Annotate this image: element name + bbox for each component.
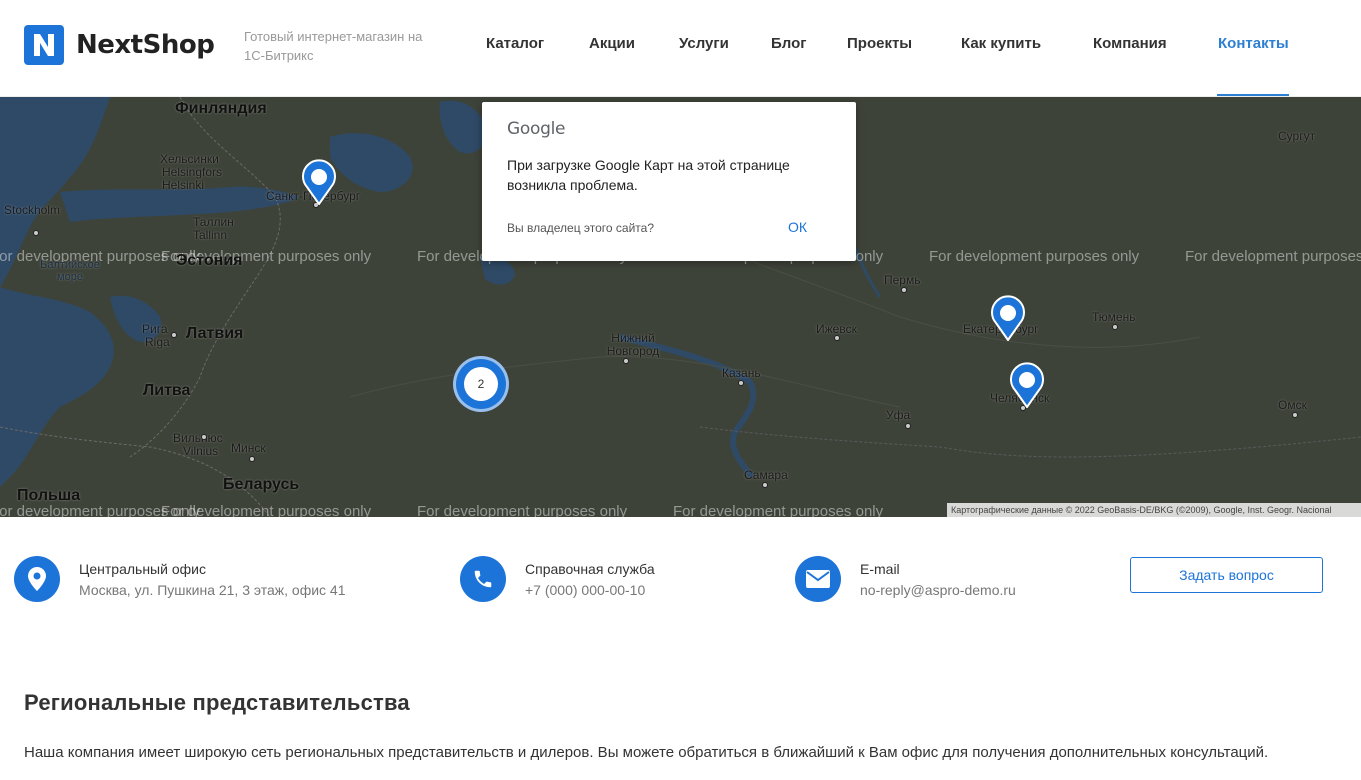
site-owner-link[interactable]: Вы владелец этого сайта?: [507, 221, 654, 235]
map-label-ufa: Уфа: [886, 408, 911, 422]
watermark: For development purposes only: [673, 503, 884, 517]
logo[interactable]: NextShop: [24, 25, 215, 65]
office-address: Москва, ул. Пушкина 21, 3 этаж, офис 41: [79, 582, 346, 598]
map-label-finland: Финляндия: [175, 100, 267, 117]
cluster-count: 2: [464, 367, 498, 401]
phone-number[interactable]: +7 (000) 000-00-10: [525, 579, 655, 601]
map-label-vilnius: Vilnius: [183, 444, 219, 458]
nav-projects[interactable]: Проекты: [847, 35, 912, 52]
map-label-riga-ru: Рига: [142, 322, 168, 336]
ask-question-button[interactable]: Задать вопрос: [1130, 557, 1323, 593]
city-dot: [834, 335, 840, 341]
city-dot: [1112, 324, 1118, 330]
phone-icon: [460, 556, 506, 602]
city-dot: [762, 482, 768, 488]
map-label-kazan: Казань: [722, 366, 761, 380]
map-marker-pin[interactable]: [301, 159, 337, 206]
city-dot: [623, 358, 629, 364]
city-dot: [201, 434, 207, 440]
city-dot: [249, 456, 255, 462]
nav-contacts[interactable]: Контакты: [1218, 35, 1289, 52]
phone-label: Справочная служба: [525, 561, 655, 577]
nav-blog[interactable]: Блог: [771, 35, 807, 52]
watermark: For development purposes only: [1185, 248, 1361, 265]
watermark: For development purposes only: [417, 503, 628, 517]
email-label: E-mail: [860, 561, 900, 577]
envelope-icon: [795, 556, 841, 602]
email-address[interactable]: no-reply@aspro-demo.ru: [860, 579, 1016, 601]
city-dot: [33, 230, 39, 236]
site-tagline: Готовый интернет-магазин на 1С-Битрикс: [244, 29, 423, 63]
nav-promotions[interactable]: Акции: [589, 35, 635, 52]
nav-company[interactable]: Компания: [1093, 35, 1167, 52]
map-label-baltic-sea: Балтийское море: [40, 259, 100, 283]
dialog-ok-button[interactable]: ОК: [788, 219, 807, 235]
logo-icon: [24, 25, 64, 65]
dialog-message: При загрузке Google Карт на этой страниц…: [507, 157, 790, 193]
map-label-samara: Самара: [744, 468, 788, 482]
contact-phone: Справочная служба +7 (000) 000-00-10: [460, 556, 655, 602]
map-label-omsk: Омск: [1278, 398, 1307, 412]
map-label-riga: Riga: [145, 335, 170, 349]
map-label-helsinki: Хельсинки: [160, 152, 219, 166]
contact-office: Центральный офис Москва, ул. Пушкина 21,…: [14, 556, 346, 602]
map-label-tallinn: Tallinn: [193, 228, 228, 242]
map-label-tyumen: Тюмень: [1092, 310, 1136, 324]
section-description: Наша компания имеет широкую сеть региона…: [24, 744, 1269, 761]
contact-email: E-mail no-reply@aspro-demo.ru: [795, 556, 1016, 602]
city-dot: [905, 423, 911, 429]
nav-catalog[interactable]: Каталог: [486, 35, 544, 52]
city-dot: [1292, 412, 1298, 418]
map-label-nizhny-novgorod: Нижний Новгород: [606, 331, 660, 358]
nav-how-to-buy[interactable]: Как купить: [961, 35, 1041, 52]
nav-active-indicator: [1217, 94, 1289, 96]
map-label-tallinn-ru: Таллин: [193, 215, 234, 229]
map-label-lithuania: Литва: [143, 382, 191, 399]
watermark: For development purposes only: [929, 248, 1140, 265]
map-label-latvia: Латвия: [186, 325, 244, 342]
logo-text: NextShop: [76, 30, 215, 60]
section-title: Региональные представительства: [24, 690, 410, 715]
map-marker-pin[interactable]: [990, 295, 1026, 342]
office-label: Центральный офис: [79, 561, 206, 577]
map-label-estonia: Эстония: [176, 252, 243, 269]
map-marker-pin[interactable]: [1009, 362, 1045, 409]
map-label-belarus: Беларусь: [223, 476, 300, 493]
map-label-minsk: Минск: [231, 441, 266, 455]
map-error-dialog: Google При загрузке Google Карт на этой …: [482, 102, 856, 261]
google-logo: Google: [507, 119, 566, 139]
map-label-helsinki-fi: Helsingfors: [162, 165, 223, 179]
map-label-surgut: Сургут: [1278, 129, 1316, 143]
watermark: For development purposes only: [161, 503, 372, 517]
location-pin-icon: [14, 556, 60, 602]
map-label-izhevsk: Ижевск: [816, 322, 857, 336]
city-dot: [171, 332, 177, 338]
map-attribution: Картографические данные © 2022 GeoBasis-…: [947, 503, 1361, 517]
site-header: NextShop Готовый интернет-магазин на 1С-…: [0, 0, 1361, 97]
city-dot: [901, 287, 907, 293]
city-dot: [738, 380, 744, 386]
map-label-perm: Пермь: [884, 273, 921, 287]
map-label-poland: Польша: [17, 487, 81, 504]
map-marker-cluster[interactable]: 2: [453, 356, 509, 412]
nav-services[interactable]: Услуги: [679, 35, 729, 52]
map-label-stockholm: Stockholm: [4, 203, 61, 217]
map-label-vilnius-ru: Вильнюс: [173, 431, 223, 445]
map-label-helsinki-en: Helsinki: [162, 178, 205, 192]
